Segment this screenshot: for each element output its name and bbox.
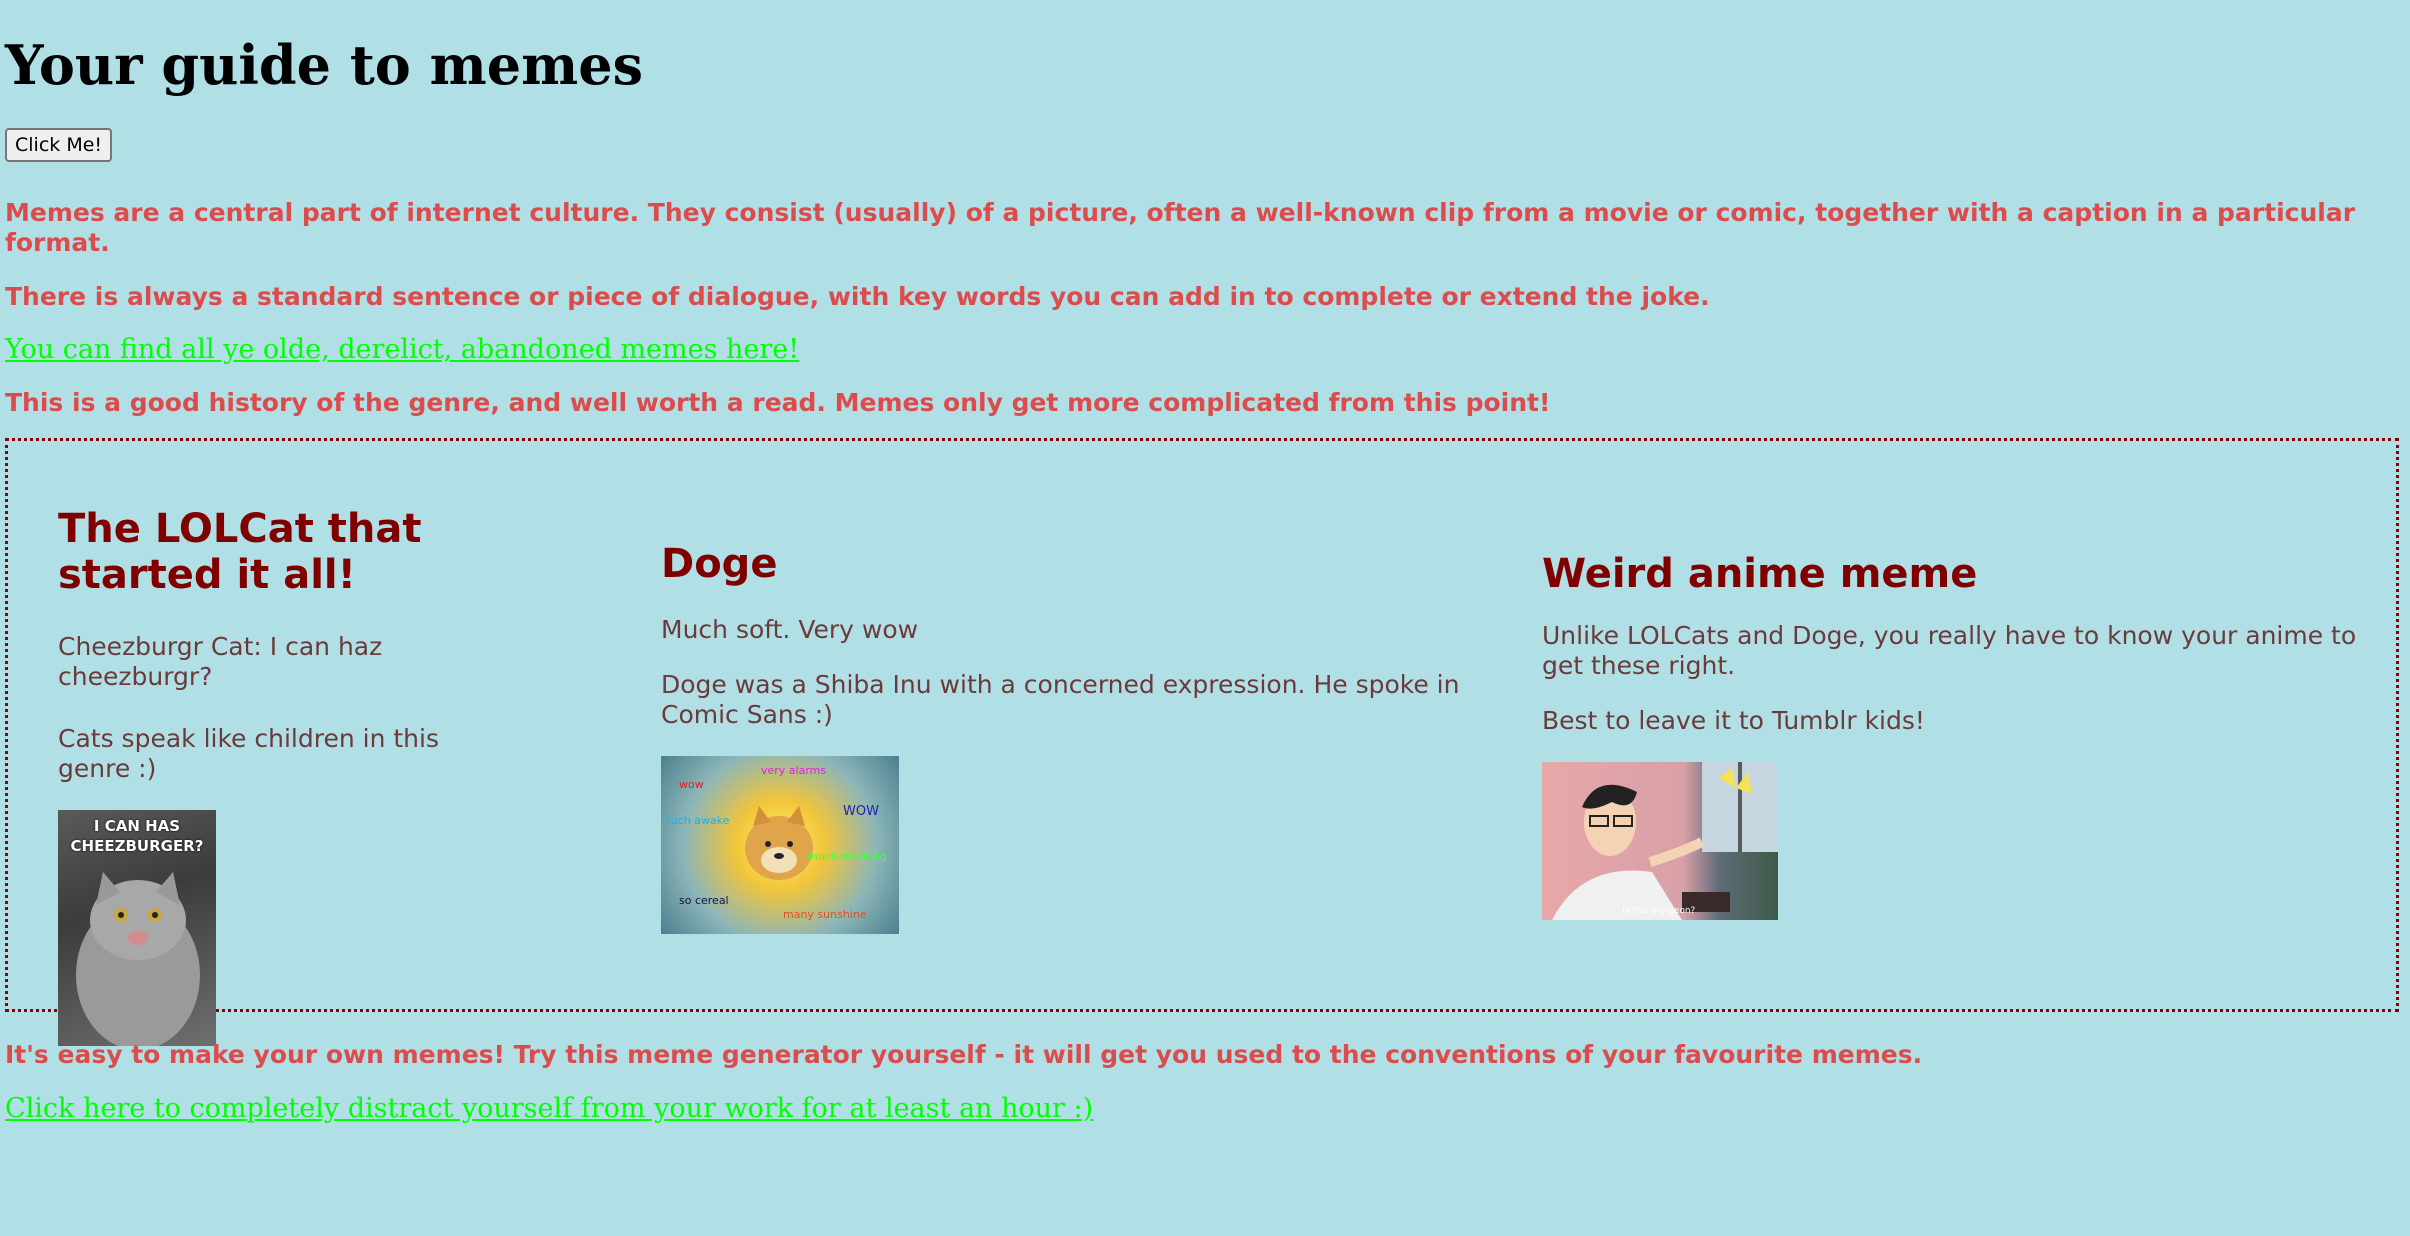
- meme-line: Doge was a Shiba Inu with a concerned ex…: [661, 670, 1460, 729]
- meme-heading-anime: Weird anime meme: [1542, 551, 1978, 597]
- intro-paragraph-2: There is always a standard sentence or p…: [5, 282, 1710, 311]
- meme-line: Cats speak like children in this genre :…: [58, 724, 439, 783]
- meme-line: Best to leave it to Tumblr kids!: [1542, 706, 1925, 735]
- page: Your guide to memes Click Me! Memes are …: [0, 0, 2410, 418]
- lolcat-image: I CAN HAS CHEEZBURGER?: [58, 810, 216, 1046]
- meme-generator-link[interactable]: Click here to completely distract yourse…: [5, 1093, 1093, 1124]
- anime-image: Is this a pigeon?: [1542, 762, 1778, 920]
- click-me-button[interactable]: Click Me!: [5, 128, 113, 162]
- meme-line: Unlike LOLCats and Doge, you really have…: [1542, 621, 2357, 680]
- memes-container: The LOLCat that started it all! Cheezbur…: [5, 438, 2399, 1046]
- intro-paragraph-1: Memes are a central part of internet cul…: [5, 198, 2356, 257]
- doge-word: wow: [679, 778, 704, 791]
- old-memes-link[interactable]: You can find all ye olde, derelict, aban…: [5, 334, 799, 365]
- lolcat-caption: I CAN HAS CHEEZBURGER?: [70, 817, 204, 855]
- meme-heading-lolcat: The LOLCat that started it all!: [58, 506, 422, 598]
- doge-word: such awake: [665, 814, 730, 827]
- generator-text: It's easy to make your own memes! Try th…: [5, 1040, 1923, 1069]
- doge-word: much morning: [807, 850, 887, 863]
- page-title: Your guide to memes: [5, 33, 643, 97]
- doge-word: WOW: [843, 804, 879, 819]
- doge-image: wow very alarms such awake WOW much morn…: [661, 756, 899, 934]
- meme-card-anime: Weird anime meme Unlike LOLCats and Doge…: [1542, 551, 2362, 920]
- meme-card-doge: Doge Much soft. Very wow Doge was a Shib…: [661, 541, 1461, 934]
- meme-heading-doge: Doge: [661, 541, 778, 587]
- doge-word: so cereal: [679, 894, 729, 907]
- meme-line: Much soft. Very wow: [661, 615, 919, 644]
- meme-line: Cheezburgr Cat: I can haz cheezburgr?: [58, 632, 383, 691]
- doge-word: many sunshine: [783, 908, 867, 921]
- anime-caption: Is this a pigeon?: [1622, 906, 1696, 916]
- history-note: This is a good history of the genre, and…: [5, 388, 1551, 417]
- doge-word: very alarms: [761, 764, 827, 777]
- meme-card-lolcat: The LOLCat that started it all! Cheezbur…: [58, 506, 498, 1046]
